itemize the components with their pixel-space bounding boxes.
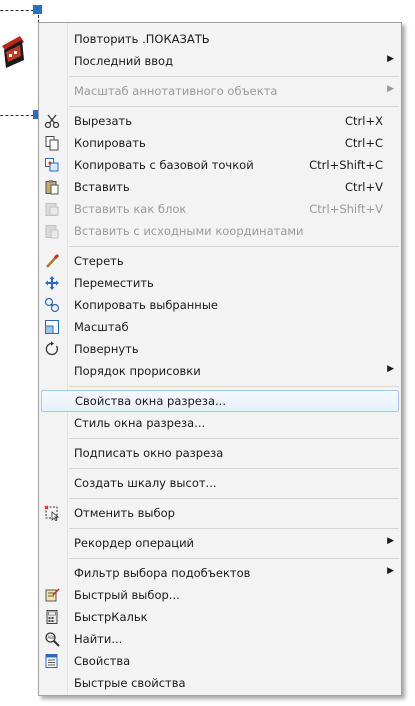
- selected-object[interactable]: [0, 32, 26, 72]
- submenu-arrow-icon: ▶: [387, 54, 394, 64]
- menu-separator: [69, 558, 399, 559]
- submenu-arrow-icon: ▶: [387, 566, 394, 576]
- copy-base-icon: [45, 158, 59, 172]
- paste-block-icon: [45, 203, 59, 216]
- menu-item-label: Свойства: [74, 654, 131, 668]
- menu-item-label: Масштаб аннотативного объекта: [74, 84, 278, 98]
- menu-item-quick-select[interactable]: Быстрый выбор...: [39, 584, 401, 606]
- properties-icon: [45, 654, 58, 668]
- menu-item-label: Повернуть: [74, 342, 139, 356]
- menu-item-rotate[interactable]: Повернуть: [39, 338, 401, 360]
- menu-item-scale[interactable]: Масштаб: [39, 316, 401, 338]
- menu-item-label-section[interactable]: Подписать окно разреза: [39, 442, 401, 464]
- eraser-icon: [46, 253, 60, 268]
- svg-text:ABC: ABC: [48, 635, 56, 640]
- menu-separator: [69, 468, 399, 469]
- menu-item-erase[interactable]: Стереть: [39, 250, 401, 272]
- menu-item-paste-as-block[interactable]: Вставить как блок Ctrl+Shift+V: [39, 198, 401, 220]
- menu-item-label: Подписать окно разреза: [74, 446, 224, 460]
- menu-item-copy-selected[interactable]: Копировать выбранные: [39, 294, 401, 316]
- menu-item-label: Масштаб: [74, 320, 129, 334]
- menu-item-label: Повторить .ПОКАЗАТЬ: [74, 32, 210, 46]
- menu-item-section-style[interactable]: Стиль окна разреза...: [39, 412, 401, 434]
- submenu-arrow-icon: ▶: [387, 536, 394, 546]
- move-icon: [45, 276, 59, 290]
- menu-item-shortcut: Ctrl+Shift+C: [309, 158, 383, 172]
- menu-item-label: Копировать с базовой точкой: [74, 158, 254, 172]
- menu-item-label: Найти...: [74, 632, 123, 646]
- menu-item-label: Быстрые свойства: [74, 676, 186, 690]
- menu-separator: [69, 246, 399, 247]
- deselect-icon: [44, 505, 60, 521]
- selection-grip[interactable]: [33, 5, 42, 14]
- menu-item-label: Вставить как блок: [74, 202, 187, 216]
- quick-select-icon: [45, 588, 60, 602]
- context-menu: Повторить .ПОКАЗАТЬ Последний ввод ▶ Мас…: [38, 22, 402, 696]
- scale-icon: [45, 320, 59, 334]
- submenu-arrow-icon: ▶: [387, 364, 394, 374]
- menu-item-quickcalc[interactable]: БыстрКальк: [39, 606, 401, 628]
- menu-item-shortcut: Ctrl+C: [344, 136, 383, 150]
- menu-item-subobject-filter[interactable]: Фильтр выбора подобъектов ▶: [39, 562, 401, 584]
- menu-item-repeat-show[interactable]: Повторить .ПОКАЗАТЬ: [39, 28, 401, 50]
- menu-item-label: Быстрый выбор...: [74, 588, 180, 602]
- menu-item-label: БыстрКальк: [74, 610, 148, 624]
- menu-item-label: Копировать: [74, 136, 146, 150]
- menu-item-cut[interactable]: Вырезать Ctrl+X: [39, 110, 401, 132]
- menu-separator: [69, 498, 399, 499]
- menu-item-properties[interactable]: Свойства: [39, 650, 401, 672]
- paste-coords-icon: [45, 225, 59, 239]
- menu-item-paste-original-coords[interactable]: Вставить с исходными координатами: [39, 220, 401, 242]
- copy-icon: [45, 136, 59, 151]
- menu-separator: [69, 76, 399, 77]
- menu-item-label: Последний ввод: [74, 54, 174, 68]
- menu-item-copy-base-point[interactable]: Копировать с базовой точкой Ctrl+Shift+C: [39, 154, 401, 176]
- menu-separator: [69, 438, 399, 439]
- menu-item-label: Вставить: [74, 180, 130, 194]
- scissors-icon: [44, 114, 60, 129]
- menu-item-label: Вырезать: [74, 114, 132, 128]
- menu-item-label: Фильтр выбора подобъектов: [74, 566, 251, 580]
- menu-item-shortcut: Ctrl+X: [345, 114, 383, 128]
- menu-item-draw-order[interactable]: Порядок прорисовки ▶: [39, 360, 401, 382]
- menu-item-label: Стиль окна разреза...: [74, 416, 206, 430]
- menu-item-move[interactable]: Переместить: [39, 272, 401, 294]
- menu-item-create-height-scale[interactable]: Создать шкалу высот...: [39, 472, 401, 494]
- rotate-icon: [45, 341, 58, 356]
- menu-item-quick-properties[interactable]: Быстрые свойства: [39, 672, 401, 694]
- calculator-icon: [46, 610, 58, 624]
- menu-item-label: Вставить с исходными координатами: [74, 224, 304, 238]
- menu-item-label: Рекордер операций: [74, 536, 195, 550]
- menu-item-find[interactable]: ABC Найти...: [39, 628, 401, 650]
- paste-icon: [45, 180, 59, 195]
- find-icon: ABC: [45, 632, 60, 647]
- menu-item-section-properties[interactable]: Свойства окна разреза...: [41, 390, 399, 412]
- menu-item-action-recorder[interactable]: Рекордер операций ▶: [39, 532, 401, 554]
- menu-item-label: Порядок прорисовки: [74, 364, 201, 378]
- menu-item-paste[interactable]: Вставить Ctrl+V: [39, 176, 401, 198]
- menu-item-label: Переместить: [74, 276, 154, 290]
- menu-item-deselect[interactable]: Отменить выбор: [39, 502, 401, 524]
- menu-item-label: Копировать выбранные: [74, 298, 218, 312]
- menu-item-label: Создать шкалу высот...: [74, 476, 217, 490]
- menu-separator: [69, 528, 399, 529]
- menu-separator: [69, 106, 399, 107]
- menu-item-label: Стереть: [74, 254, 124, 268]
- submenu-arrow-icon: ▶: [387, 84, 394, 94]
- menu-item-copy[interactable]: Копировать Ctrl+C: [39, 132, 401, 154]
- menu-separator: [69, 386, 399, 387]
- menu-item-annotative-scale[interactable]: Масштаб аннотативного объекта ▶: [39, 80, 401, 102]
- copy-selected-icon: [44, 297, 60, 313]
- menu-item-label: Отменить выбор: [74, 506, 175, 520]
- menu-item-label: Свойства окна разреза...: [75, 394, 226, 408]
- menu-item-recent-input[interactable]: Последний ввод ▶: [39, 50, 401, 72]
- menu-item-shortcut: Ctrl+V: [345, 180, 383, 194]
- menu-item-shortcut: Ctrl+Shift+V: [309, 202, 383, 216]
